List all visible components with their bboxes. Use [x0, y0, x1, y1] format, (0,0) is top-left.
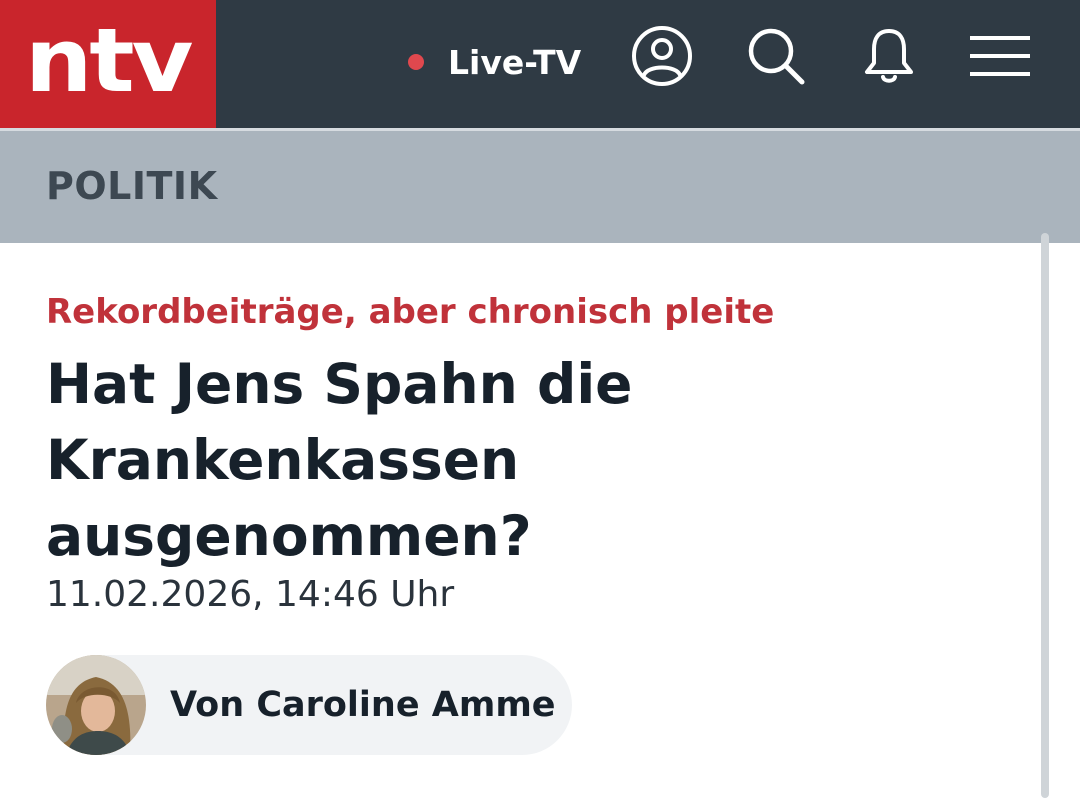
notifications-button[interactable]: [857, 24, 921, 88]
article-headline: Hat Jens Spahn die Krankenkassen ausgeno…: [46, 352, 633, 568]
user-account-icon: [632, 26, 692, 86]
author-name: Von Caroline Amme: [170, 685, 556, 725]
author-avatar: [46, 655, 146, 755]
account-button[interactable]: [630, 24, 694, 88]
search-button[interactable]: [744, 24, 808, 88]
logo-text: ntv: [25, 9, 194, 112]
section-link-politik[interactable]: POLITIK: [46, 164, 218, 208]
scrollbar[interactable]: [1041, 233, 1049, 798]
menu-button[interactable]: [968, 24, 1032, 88]
live-tv-label: Live-TV: [448, 42, 582, 82]
live-tv-link[interactable]: Live-TV: [408, 38, 581, 86]
live-indicator-dot-icon: [408, 54, 424, 70]
article-kicker: Rekordbeiträge, aber chronisch pleite: [46, 292, 775, 332]
ntv-logo[interactable]: ntv: [0, 0, 216, 128]
article-date: 11.02.2026, 14:46 Uhr: [46, 574, 455, 615]
menu-icon: [970, 36, 1030, 76]
author-chip[interactable]: Von Caroline Amme: [46, 655, 572, 755]
site-header: ntv Live-TV: [0, 0, 1080, 128]
search-icon: [748, 28, 805, 85]
bell-icon: [865, 29, 913, 83]
